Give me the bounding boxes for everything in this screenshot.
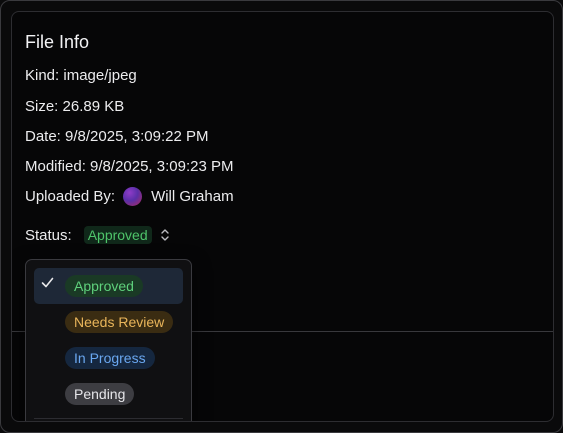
status-pill-approved: Approved (65, 275, 143, 297)
dropdown-divider (34, 418, 183, 419)
status-pill-needs-review: Needs Review (65, 311, 174, 333)
file-info-panel: File Info Kind: image/jpeg Size: 26.89 K… (11, 11, 554, 422)
status-label: Status: (25, 226, 72, 244)
status-option-pending[interactable]: Pending (34, 376, 183, 412)
status-row: Status: Approved (25, 226, 170, 244)
status-dropdown-menu: Approved Needs Review In Progress Pendin… (25, 259, 192, 421)
status-pill-in-progress: In Progress (65, 347, 155, 369)
kind-row: Kind: image/jpeg (25, 67, 137, 84)
modified-row: Modified: 9/8/2025, 3:09:23 PM (25, 158, 233, 175)
modified-label: Modified: (25, 158, 86, 175)
checkmark-icon (41, 276, 54, 293)
size-row: Size: 26.89 KB (25, 98, 124, 115)
kind-label: Kind: (25, 67, 60, 84)
size-label: Size: (25, 98, 59, 115)
status-value: Approved (83, 226, 152, 244)
status-option-in-progress[interactable]: In Progress (34, 340, 183, 376)
kind-value: image/jpeg (63, 67, 137, 84)
window-frame: File Info Kind: image/jpeg Size: 26.89 K… (0, 0, 563, 433)
size-value: 26.89 KB (62, 98, 125, 115)
uploaded-by-row: Uploaded By: Will Graham (25, 187, 234, 206)
file-info-title: File Info (25, 32, 90, 52)
chevron-up-down-icon (160, 228, 170, 243)
avatar (123, 187, 143, 206)
status-select[interactable]: Approved (83, 226, 170, 244)
date-label: Date: (25, 128, 61, 145)
status-pill-pending: Pending (65, 383, 135, 405)
status-option-needs-review[interactable]: Needs Review (34, 304, 183, 340)
date-row: Date: 9/8/2025, 3:09:22 PM (25, 128, 208, 145)
uploader-name: Will Graham (151, 188, 234, 205)
date-value: 9/8/2025, 3:09:22 PM (65, 128, 209, 145)
uploaded-by-label: Uploaded By: (25, 188, 116, 205)
status-option-approved[interactable]: Approved (34, 268, 183, 304)
modified-value: 9/8/2025, 3:09:23 PM (90, 158, 234, 175)
